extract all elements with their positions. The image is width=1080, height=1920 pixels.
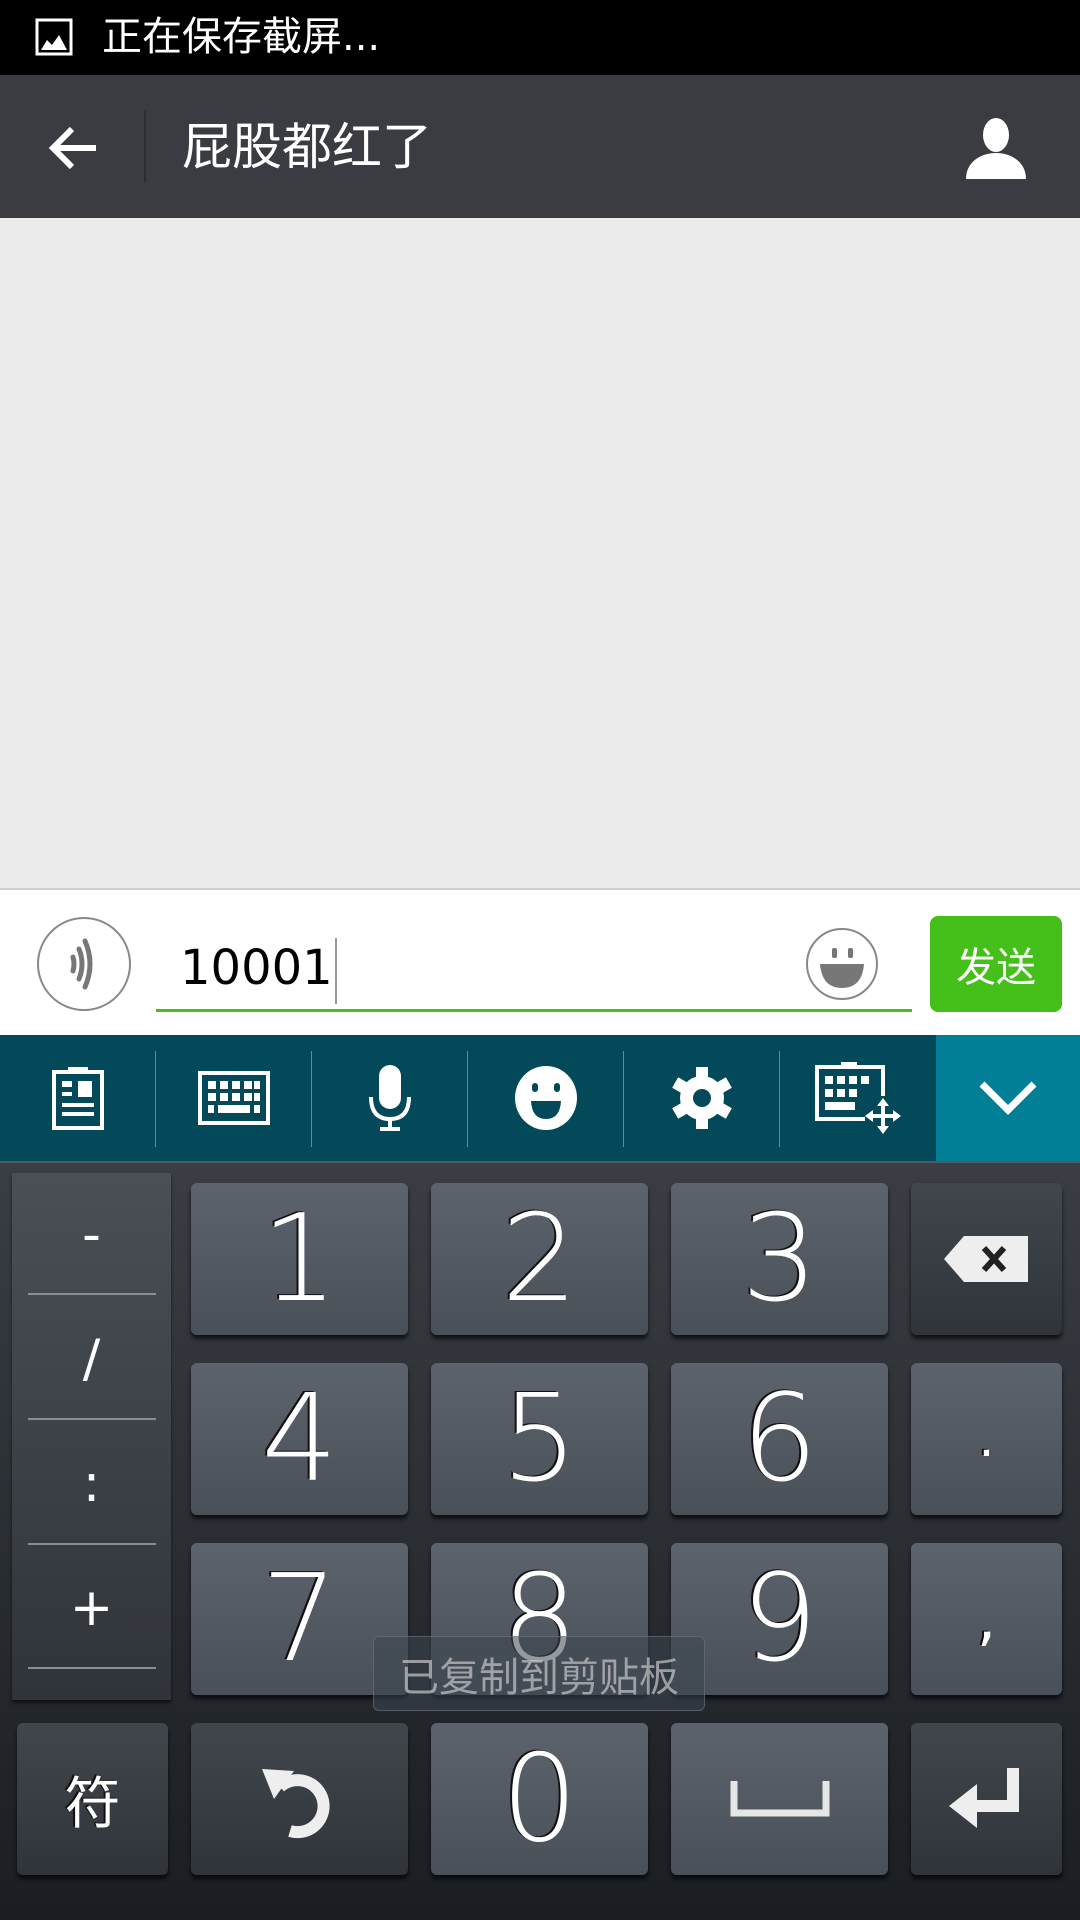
symbol-key[interactable]: - — [12, 1173, 171, 1297]
undo-key[interactable] — [191, 1723, 408, 1875]
status-text: 正在保存截屏... — [102, 14, 381, 60]
chevron-down-icon — [979, 1081, 1037, 1115]
message-text: 10001 — [180, 940, 333, 996]
settings-button[interactable] — [624, 1035, 780, 1161]
voice-input-button[interactable] — [37, 917, 131, 1011]
enter-icon — [948, 1768, 1019, 1828]
comma-key[interactable]: , — [911, 1543, 1062, 1695]
chat-area — [0, 218, 1080, 888]
text-caret — [334, 938, 337, 1004]
key-3[interactable]: 3 — [671, 1183, 888, 1335]
send-button[interactable]: 发送 — [930, 916, 1062, 1012]
input-bar: 10001 发送 — [0, 888, 1080, 1035]
key-0[interactable]: 0 — [431, 1723, 648, 1875]
key-6[interactable]: 6 — [671, 1363, 888, 1515]
image-icon — [35, 18, 73, 56]
message-input[interactable]: 10001 — [156, 912, 912, 1012]
voice-typing-button[interactable] — [312, 1035, 468, 1161]
smiley-icon — [820, 948, 864, 988]
symbol-key[interactable]: + — [12, 1546, 171, 1670]
key-5[interactable]: 5 — [431, 1363, 648, 1515]
emoji-button[interactable] — [806, 928, 878, 1000]
keyboard-move-button[interactable] — [780, 1035, 936, 1161]
symbol-key[interactable]: / — [12, 1297, 171, 1421]
symbol-key[interactable]: : — [12, 1422, 171, 1546]
backspace-icon — [943, 1236, 1028, 1282]
key-4[interactable]: 4 — [191, 1363, 408, 1515]
period-key[interactable]: . — [911, 1363, 1062, 1515]
keyboard-button[interactable] — [156, 1035, 312, 1161]
backspace-key[interactable] — [911, 1183, 1062, 1335]
space-key[interactable] — [671, 1723, 888, 1875]
clipboard-button[interactable] — [0, 1035, 156, 1161]
person-icon[interactable] — [964, 117, 1028, 179]
symbols-key[interactable]: 符 — [17, 1723, 168, 1875]
status-bar: 正在保存截屏... — [0, 0, 1080, 75]
keyboard-toolbar — [0, 1035, 1080, 1161]
key-1[interactable]: 1 — [191, 1183, 408, 1335]
divider — [28, 1418, 156, 1420]
title-bar: 屁股都红了 — [0, 75, 1080, 218]
collapse-keyboard-button[interactable] — [936, 1035, 1080, 1161]
emoji-keyboard-button[interactable] — [468, 1035, 624, 1161]
space-icon — [730, 1781, 829, 1817]
back-button[interactable] — [46, 121, 100, 175]
enter-key[interactable] — [911, 1723, 1062, 1875]
divider — [28, 1543, 156, 1545]
symbol-column[interactable]: - / : + — [12, 1173, 171, 1700]
emoji-icon — [515, 1066, 577, 1130]
clipboard-icon — [52, 1067, 104, 1130]
chat-title: 屁股都红了 — [182, 118, 432, 176]
keyboard-move-icon — [815, 1062, 901, 1136]
divider — [28, 1667, 156, 1669]
microphone-icon — [369, 1065, 411, 1131]
key-2[interactable]: 2 — [431, 1183, 648, 1335]
undo-icon — [261, 1769, 330, 1839]
settings-icon — [672, 1067, 732, 1129]
divider — [28, 1293, 156, 1295]
voice-icon — [70, 938, 93, 990]
toast-message: 已复制到剪贴板 — [373, 1636, 705, 1711]
keyboard-icon — [198, 1071, 270, 1125]
divider — [144, 111, 146, 183]
